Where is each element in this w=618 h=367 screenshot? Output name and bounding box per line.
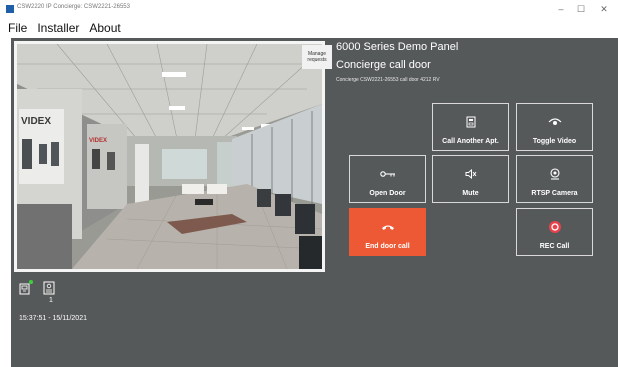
app-icon (6, 5, 14, 13)
menu-bar: File Installer About (0, 18, 618, 38)
close-button[interactable]: ✕ (594, 2, 614, 16)
record-icon (517, 220, 592, 234)
datetime-display: 15:37:51 - 15/11/2021 (19, 315, 87, 322)
mute-button[interactable]: Mute (432, 155, 509, 203)
camera-icon (517, 167, 592, 181)
video-feed: VIDEX VIDEX (17, 44, 322, 269)
svg-text:VIDEX: VIDEX (21, 116, 51, 127)
building-icon (433, 115, 508, 129)
svg-text:VIDEX: VIDEX (89, 138, 107, 144)
door-info: Concierge CSW2221-26553 call door 4212 R… (336, 77, 440, 83)
open-door-label: Open Door (369, 190, 406, 197)
rtsp-camera-button[interactable]: RTSP Camera (516, 155, 593, 203)
rec-call-label: REC Call (539, 243, 570, 250)
eye-icon (517, 115, 592, 129)
video-frame: VIDEX VIDEX Manage requests (14, 41, 332, 272)
call-another-apt-button[interactable]: Call Another Apt. (432, 103, 509, 151)
end-door-call-button[interactable]: End door call (349, 208, 426, 256)
menu-file[interactable]: File (8, 21, 27, 35)
toggle-video-button[interactable]: Toggle Video (516, 103, 593, 151)
hang-up-icon (350, 220, 425, 234)
call-queue-count: 1 (49, 297, 53, 304)
minimize-button[interactable]: – (551, 2, 571, 16)
window-title: CSW2220 IP Concierge: CSW2221-26553 (17, 4, 130, 10)
rec-call-button[interactable]: REC Call (516, 208, 593, 256)
end-door-call-label: End door call (365, 243, 410, 250)
main-panel: VIDEX VIDEX Manage requests 6000 Series … (11, 38, 618, 367)
panel-status-icon[interactable] (19, 280, 33, 295)
key-icon (350, 167, 425, 181)
maximize-button[interactable]: ☐ (571, 2, 591, 16)
menu-installer[interactable]: Installer (37, 21, 79, 35)
title-bar: CSW2220 IP Concierge: CSW2221-26553 – ☐ … (0, 0, 618, 18)
panel-title: 6000 Series Demo Panel (336, 41, 459, 53)
toggle-video-label: Toggle Video (532, 138, 577, 145)
speaker-mute-icon (433, 167, 508, 181)
online-status-dot (29, 280, 33, 284)
door-name: Concierge call door (336, 59, 431, 71)
call-queue-icon[interactable] (43, 281, 57, 295)
manage-requests-button[interactable]: Manage requests (302, 45, 332, 69)
rtsp-camera-label: RTSP Camera (531, 190, 578, 197)
open-door-button[interactable]: Open Door (349, 155, 426, 203)
menu-about[interactable]: About (89, 21, 120, 35)
call-another-apt-label: Call Another Apt. (442, 138, 499, 145)
mute-label: Mute (462, 190, 479, 197)
